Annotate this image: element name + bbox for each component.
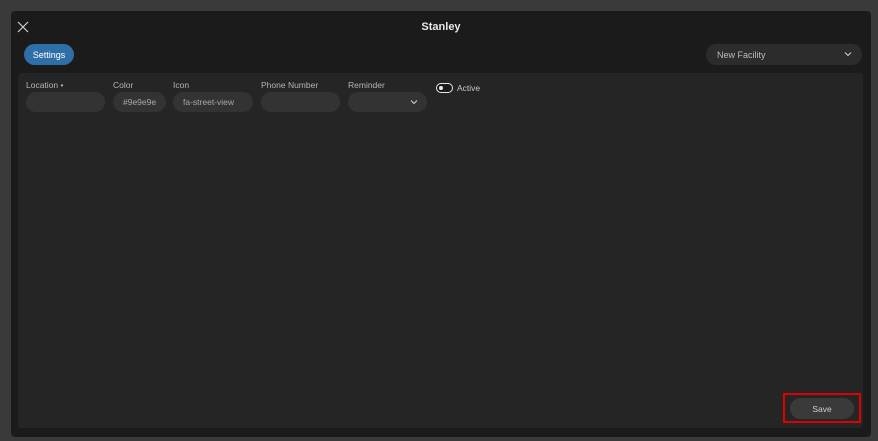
color-field: Color #9e9e9e — [113, 80, 166, 112]
active-label: Active — [457, 83, 481, 93]
facility-select-value: New Facility — [717, 49, 766, 60]
tab-settings[interactable]: Settings — [24, 44, 74, 65]
color-input[interactable]: #9e9e9e — [113, 92, 166, 112]
active-toggle-group: Active — [436, 83, 480, 93]
save-button[interactable]: Save — [790, 398, 854, 419]
location-field: Location • — [26, 80, 105, 112]
icon-input[interactable]: fa-street-view — [173, 92, 253, 112]
reminder-label: Reminder — [348, 80, 385, 90]
active-toggle[interactable] — [436, 83, 453, 93]
phone-field: Phone Number — [261, 80, 340, 112]
location-input[interactable] — [26, 92, 105, 112]
icon-label: Icon — [173, 80, 190, 90]
reminder-field: Reminder — [348, 80, 427, 112]
settings-panel: Location • Color #9e9e9e Icon fa-street-… — [18, 73, 863, 428]
reminder-select[interactable] — [348, 92, 427, 112]
facility-select[interactable]: New Facility — [706, 44, 862, 65]
icon-field: Icon fa-street-view — [173, 80, 253, 112]
chevron-down-icon — [410, 100, 418, 105]
toggle-knob — [439, 85, 443, 90]
facility-modal: Stanley Settings New Facility Location •… — [11, 11, 871, 437]
modal-title: Stanley — [421, 21, 461, 33]
chevron-down-icon — [844, 52, 852, 57]
location-label: Location • — [26, 80, 64, 90]
color-label: Color — [113, 80, 134, 90]
phone-input[interactable] — [261, 92, 340, 112]
phone-label: Phone Number — [261, 80, 319, 90]
